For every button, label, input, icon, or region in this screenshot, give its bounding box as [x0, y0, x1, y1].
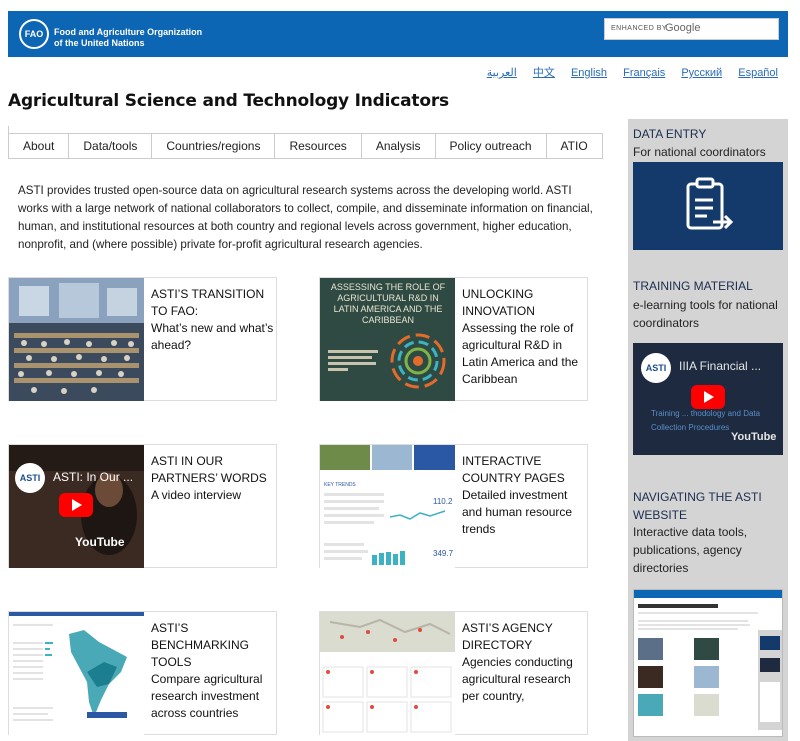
youtube-logo: YouTube: [731, 431, 777, 443]
top-edge: [0, 0, 800, 3]
training-material-heading[interactable]: TRAINING MATERIAL: [633, 279, 753, 293]
website-preview-image[interactable]: [633, 589, 783, 737]
nav-data-tools[interactable]: Data/tools: [69, 134, 153, 158]
card-title: ASTI IN OUR PARTNERS’ WORDS: [151, 454, 267, 485]
agency-directory-screenshot: [320, 612, 455, 735]
card-title: UNLOCKING INNOVATION: [462, 287, 535, 318]
navigating-heading-text: NAVIGATING THE ASTI WEBSITE: [633, 490, 762, 522]
card-text: UNLOCKING INNOVATION Assessing the role …: [462, 286, 587, 388]
lang-russian-link[interactable]: Русский: [681, 67, 722, 79]
fao-banner: FAO Food and Agriculture Organization of…: [8, 11, 788, 57]
youtube-logo: YouTube: [75, 535, 125, 549]
fao-logo-icon[interactable]: FAO: [19, 19, 49, 49]
youtube-play-icon[interactable]: [691, 385, 725, 409]
right-sidebar: DATA ENTRY For national coordinators TRA…: [628, 119, 788, 741]
google-label: Google: [665, 22, 701, 34]
card-description: Agencies conducting agricultural researc…: [462, 655, 573, 703]
card-text: INTERACTIVE COUNTRY PAGES Detailed inves…: [462, 453, 587, 538]
card-title: INTERACTIVE COUNTRY PAGES: [462, 454, 565, 485]
card-description: Compare agricultural research investment…: [151, 672, 263, 720]
nav-resources[interactable]: Resources: [275, 134, 362, 158]
card-text: ASTI’S AGENCY DIRECTORY Agencies conduct…: [462, 620, 587, 705]
fao-org-name[interactable]: Food and Agriculture Organization of the…: [54, 27, 234, 49]
data-entry-heading[interactable]: DATA ENTRY: [633, 127, 706, 141]
card-title: ASTI’S BENCHMARKING TOOLS: [151, 621, 250, 669]
card-text: ASTI IN OUR PARTNERS’ WORDS A video inte…: [151, 453, 276, 504]
org-name-line2: of the United Nations: [54, 38, 145, 48]
card-description: Assessing the role of agricultural R&D i…: [462, 321, 579, 386]
data-entry-button[interactable]: [633, 162, 783, 250]
report-cover-image: ASSESSING THE ROLE OF AGRICULTURAL R&D I…: [320, 278, 455, 401]
asti-channel-badge: ASTI: [15, 463, 45, 493]
navigating-heading[interactable]: NAVIGATING THE ASTI WEBSITE: [633, 488, 773, 524]
nav-countries-regions[interactable]: Countries/regions: [152, 134, 276, 158]
nav-policy-outreach[interactable]: Policy outreach: [436, 134, 547, 158]
video-title: ASTI: In Our ...: [53, 470, 134, 484]
benchmarking-map-screenshot: [9, 612, 144, 735]
nav-atio[interactable]: ATIO: [547, 134, 602, 158]
card-title: ASTI’S TRANSITION TO FAO:: [151, 287, 265, 318]
card-benchmarking-tools[interactable]: ASTI’S BENCHMARKING TOOLS Compare agricu…: [8, 611, 277, 735]
lang-french-link[interactable]: Français: [623, 67, 665, 79]
card-unlocking-innovation[interactable]: ASSESSING THE ROLE OF AGRICULTURAL R&D I…: [319, 277, 588, 401]
asti-channel-badge: ASTI: [641, 353, 671, 383]
card-description: What’s new and what’s ahead?: [151, 321, 274, 352]
language-switcher: العربية 中文 English Français Русский Espa…: [474, 64, 778, 80]
google-search-input[interactable]: ENHANCED BY Google: [604, 18, 779, 40]
lang-english-link[interactable]: English: [571, 67, 607, 79]
card-description: Detailed investment and human resource t…: [462, 488, 573, 536]
card-partners-words[interactable]: ASTI ASTI: In Our ... YouTube ASTI IN OU…: [8, 444, 277, 568]
card-text: ASTI’S BENCHMARKING TOOLS Compare agricu…: [151, 620, 276, 722]
training-material-subtitle: e-learning tools for national coordinato…: [633, 298, 778, 330]
video-thumbnail[interactable]: ASTI ASTI: In Our ... YouTube: [9, 445, 144, 568]
clipboard-arrow-icon: [686, 177, 734, 230]
training-video-thumbnail[interactable]: ASTI IIIA Financial ... Training ... tho…: [633, 343, 783, 455]
nav-about[interactable]: About: [9, 134, 70, 158]
lang-chinese-link[interactable]: 中文: [533, 67, 555, 79]
card-country-pages[interactable]: KEY TRENDS 110.2 349.7 INTERACTIVE COUNT…: [319, 444, 588, 568]
lang-arabic-link[interactable]: العربية: [487, 67, 517, 79]
org-name-line1: Food and Agriculture Organization: [54, 27, 203, 37]
card-description: A video interview: [151, 488, 242, 502]
intro-paragraph: ASTI provides trusted open-source data o…: [18, 184, 593, 251]
card-text: ASTI’S TRANSITION TO FAO: What’s new and…: [151, 286, 276, 354]
search-enhanced-label: ENHANCED BY: [611, 25, 668, 32]
training-video-title: IIIA Financial ...: [679, 359, 762, 373]
country-page-screenshot: KEY TRENDS 110.2 349.7: [320, 445, 455, 568]
conference-hall-image: [9, 278, 144, 401]
country-stat-2: 349.7: [433, 549, 454, 558]
card-transition-fao[interactable]: ASTI’S TRANSITION TO FAO: What’s new and…: [8, 277, 277, 401]
card-title: ASTI’S AGENCY DIRECTORY: [462, 621, 553, 652]
nav-analysis[interactable]: Analysis: [362, 134, 436, 158]
site-title: Agricultural Science and Technology Indi…: [8, 91, 449, 111]
youtube-play-icon[interactable]: [59, 493, 93, 517]
lang-spanish-link[interactable]: Español: [738, 67, 778, 79]
card-agency-directory[interactable]: ASTI’S AGENCY DIRECTORY Agencies conduct…: [319, 611, 588, 735]
key-trends-label: KEY TRENDS: [324, 482, 356, 488]
country-stat-1: 110.2: [433, 497, 453, 506]
navigating-subtitle: Interactive data tools, publications, ag…: [633, 525, 748, 575]
main-nav: About Data/tools Countries/regions Resou…: [8, 133, 603, 159]
data-entry-subtitle: For national coordinators: [633, 145, 766, 159]
